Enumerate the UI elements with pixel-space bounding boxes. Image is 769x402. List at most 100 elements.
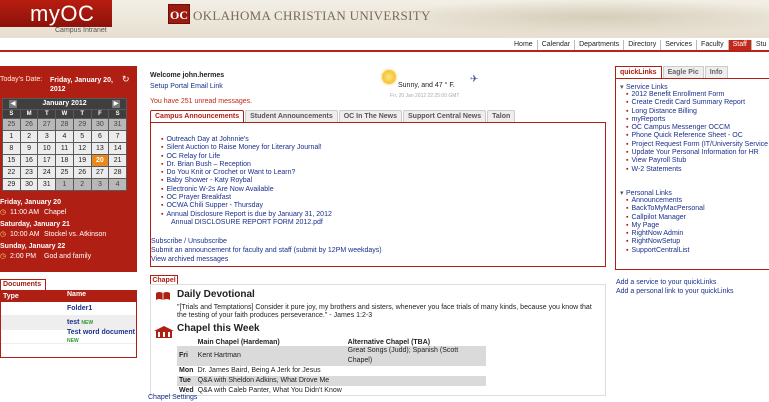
calendar-day[interactable]: 29 [73,119,91,130]
calendar-day[interactable]: 11 [56,143,73,154]
tab-support-central-news[interactable]: Support Central News [403,110,487,122]
quicklink-item[interactable]: ▪ Announcements [626,197,705,205]
calendar-day[interactable]: 14 [109,143,126,154]
calendar-day[interactable]: 2 [73,179,91,190]
prev-month-icon[interactable]: ◀ [9,100,17,108]
documents-tab[interactable]: Documents [0,279,46,290]
calendar-day[interactable]: 10 [38,143,56,154]
quicklink-item[interactable]: ▪ BackToMyMacPersonal [626,205,705,213]
calendar-day[interactable]: 4 [56,131,73,142]
refresh-icon[interactable]: ↻ [122,74,130,85]
calendar-day[interactable]: 29 [3,179,20,190]
calendar-day[interactable]: 19 [73,155,91,166]
document-name[interactable]: Test word document NEW [67,329,136,345]
calendar-day[interactable]: 30 [91,119,109,130]
event-item[interactable]: ◷ 11:00 AM Chapel [0,208,137,218]
subscribe-link[interactable]: Subscribe / Unsubscribe [151,237,382,246]
event-item[interactable]: ◷ 2:00 PM God and family [0,252,137,262]
calendar-day[interactable]: 23 [20,167,38,178]
quicklink-item[interactable]: ▪ W-2 Statements [626,166,768,174]
document-name[interactable]: Folder1 [67,305,136,313]
quicklink-item[interactable]: ▪ Project Request Form (IT/University Ser… [626,141,768,149]
calendar-day[interactable]: 3 [91,179,109,190]
quicklink-item[interactable]: ▪ View Payroll Stub [626,157,768,165]
announcement-item[interactable]: ▪ OCWA Chili Supper - Thursday [161,202,332,210]
calendar-day[interactable]: 28 [109,167,126,178]
quicklink-item[interactable]: ▪ My Page [626,222,705,230]
document-row[interactable]: Test word document NEW [1,329,136,345]
announcement-attachment-link[interactable]: Annual DISCLOSURE REPORT FORM 2012.pdf [161,219,332,227]
quicklink-item[interactable]: ▪ OC Campus Messenger OCCM [626,124,768,132]
calendar-day[interactable]: 25 [56,167,73,178]
quicklink-item[interactable]: ▪ Create Credit Card Summary Report [626,99,768,107]
announcement-item[interactable]: ▪ OC Prayer Breakfast [161,194,332,202]
calendar-day[interactable]: 26 [20,119,38,130]
quicklink-item[interactable]: ▪ myReports [626,116,768,124]
calendar-day[interactable]: 12 [73,143,91,154]
nav-departments[interactable]: Departments [574,40,623,50]
tab-quicklinks[interactable]: quickLinks [615,66,662,78]
quicklink-item[interactable]: ▪ 2012 Benefit Enrollment Form [626,91,768,99]
nav-stu[interactable]: Stu [750,40,769,50]
announcement-item[interactable]: ▪ Dr. Brian Bush – Reception [161,161,332,169]
nav-faculty[interactable]: Faculty [696,40,728,50]
calendar-day[interactable]: 22 [3,167,20,178]
announcement-item[interactable]: ▪ Silent Auction to Raise Money for Liter… [161,144,332,152]
announcement-item[interactable]: ▪ Outreach Day at Johnnie's [161,136,332,144]
tab-oc-in-the-news[interactable]: OC In The News [338,110,403,122]
tab-info[interactable]: Info [704,66,728,78]
calendar-day[interactable]: 25 [3,119,20,130]
quicklink-item[interactable]: ▪ SupportCentralList [626,247,705,255]
announcement-item[interactable]: ▪ Do You Knit or Crochet or Want to Learn… [161,169,332,177]
nav-calendar[interactable]: Calendar [536,40,574,50]
calendar-day[interactable]: 26 [73,167,91,178]
calendar-day[interactable]: 18 [56,155,73,166]
nav-home[interactable]: Home [510,40,537,50]
quicklink-item[interactable]: ▪ Callpilot Manager [626,214,705,222]
calendar-day[interactable]: 21 [109,155,126,166]
calendar-day[interactable]: 31 [38,179,56,190]
calendar-day[interactable]: 7 [109,131,126,142]
event-item[interactable]: ◷ 10:00 AM Stockel vs. Atkinson [0,230,137,240]
calendar-day[interactable]: 3 [38,131,56,142]
service-links-heading[interactable]: Service Links [626,84,668,91]
add-personal-link[interactable]: Add a personal link to your quickLinks [616,287,734,296]
document-name[interactable]: test NEW [67,319,136,327]
tab-student-announcements[interactable]: Student Announcements [245,110,338,122]
calendar-day[interactable]: 13 [91,143,109,154]
chapel-settings-link[interactable]: Chapel Settings [148,394,197,401]
document-row[interactable]: Folder1 [1,302,136,316]
calendar-day[interactable]: 4 [109,179,126,190]
calendar-day[interactable]: 1 [56,179,73,190]
submit-announcement-link[interactable]: Submit an announcement for faculty and s… [151,246,382,255]
quicklink-item[interactable]: ▪ Long Distance Billing [626,108,768,116]
quicklink-item[interactable]: ▪ Phone Quick Reference Sheet - OC [626,132,768,140]
calendar-day[interactable]: 15 [3,155,20,166]
nav-directory[interactable]: Directory [623,40,660,50]
quicklink-item[interactable]: ▪ RightNow Admin [626,230,705,238]
calendar-day[interactable]: 16 [20,155,38,166]
calendar-day[interactable]: 6 [91,131,109,142]
quicklink-item[interactable]: ▪ RightNowSetup [626,238,705,246]
nav-staff[interactable]: Staff [727,40,751,50]
calendar-today[interactable]: 20 [91,155,109,166]
archived-messages-link[interactable]: View archived messages [151,255,382,264]
calendar-day[interactable]: 28 [56,119,73,130]
calendar-day[interactable]: 27 [91,167,109,178]
tab-campus-announcements[interactable]: Campus Announcements [150,110,245,122]
tab-talon[interactable]: Talon [487,110,516,122]
announcement-item[interactable]: ▪ OC Relay for Life [161,153,332,161]
calendar-day[interactable]: 2 [20,131,38,142]
calendar-day[interactable]: 31 [109,119,126,130]
calendar-day[interactable]: 24 [38,167,56,178]
calendar-day[interactable]: 17 [38,155,56,166]
calendar-day[interactable]: 5 [73,131,91,142]
tab-eagle-pic[interactable]: Eagle Pic [662,66,704,78]
calendar-day[interactable]: 9 [20,143,38,154]
calendar-day[interactable]: 30 [20,179,38,190]
myoc-logo[interactable]: myOC [0,0,112,27]
add-service-link[interactable]: Add a service to your quickLinks [616,278,734,287]
quicklink-item[interactable]: ▪ Update Your Personal Information for HR [626,149,768,157]
next-month-icon[interactable]: ▶ [112,100,120,108]
nav-services[interactable]: Services [660,40,696,50]
